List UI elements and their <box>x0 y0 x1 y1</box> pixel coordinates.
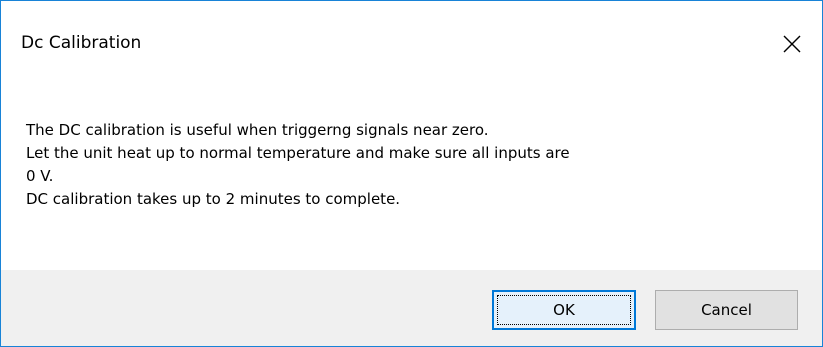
message-line: Let the unit heat up to normal temperatu… <box>26 144 570 162</box>
dialog-message: The DC calibration is useful when trigge… <box>26 119 786 211</box>
message-line: 0 V. <box>26 167 54 185</box>
dialog-title: Dc Calibration <box>21 33 142 53</box>
cancel-button-label: Cancel <box>701 301 752 319</box>
message-line: The DC calibration is useful when trigge… <box>26 121 489 139</box>
cancel-button[interactable]: Cancel <box>655 290 798 330</box>
button-bar: OK Cancel <box>1 270 822 346</box>
message-line: DC calibration takes up to 2 minutes to … <box>26 190 401 208</box>
calibration-dialog: Dc Calibration The DC calibration is use… <box>0 0 823 347</box>
close-button[interactable] <box>762 1 822 87</box>
title-bar: Dc Calibration <box>1 1 822 87</box>
ok-button-label: OK <box>553 301 575 319</box>
close-icon <box>783 35 801 53</box>
ok-button[interactable]: OK <box>492 290 636 330</box>
